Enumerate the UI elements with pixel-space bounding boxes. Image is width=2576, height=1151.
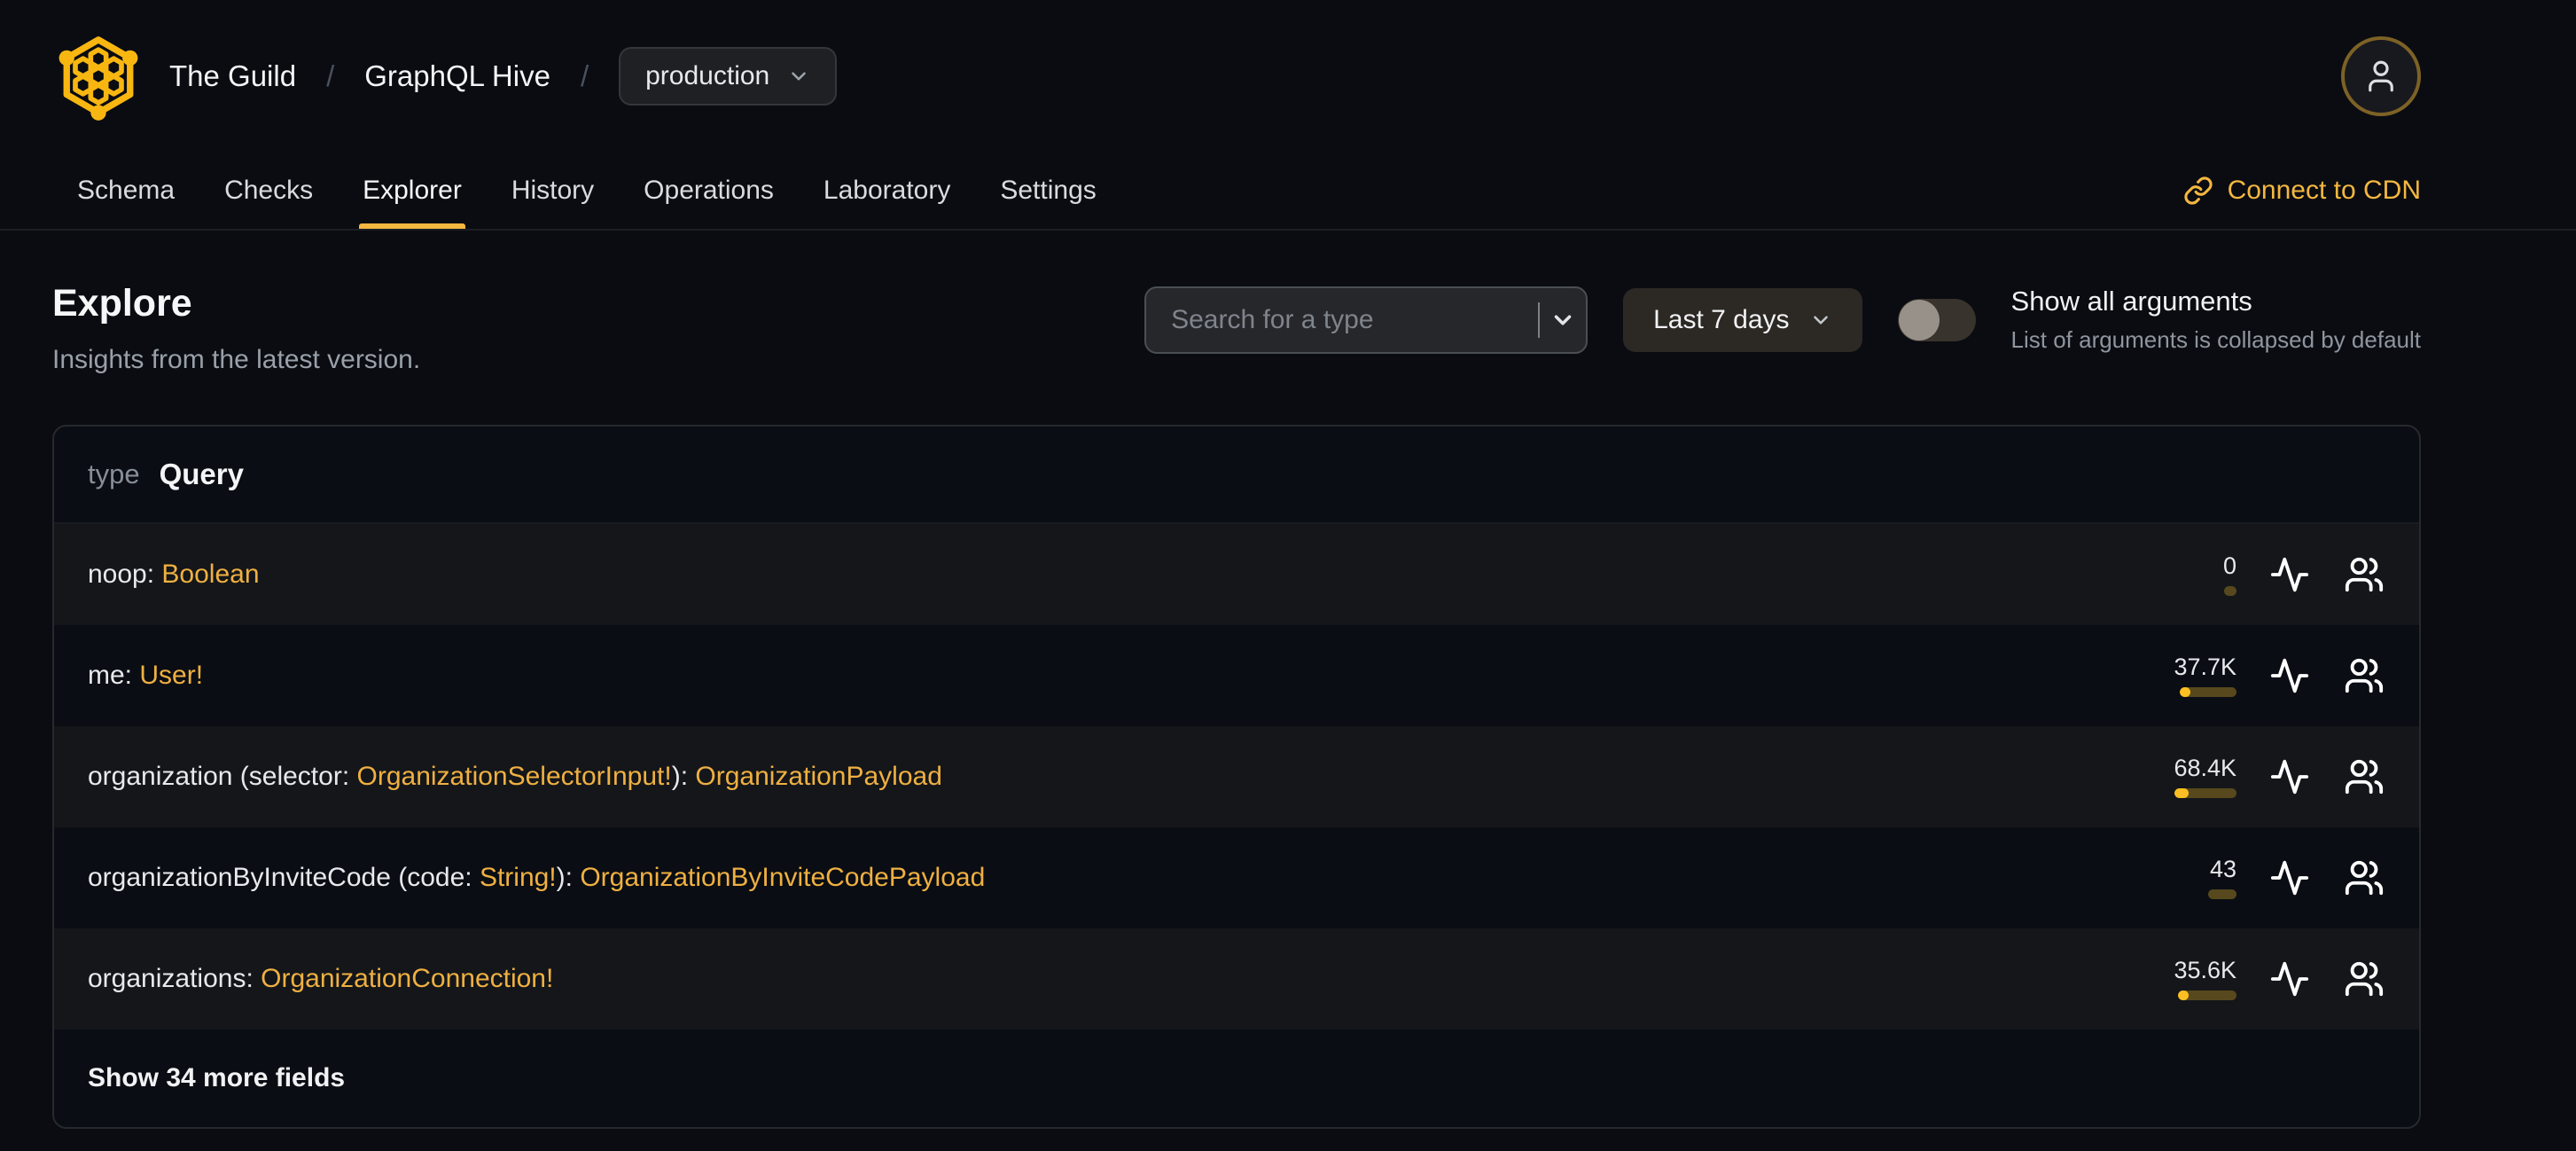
users-icon[interactable] [2343,756,2385,798]
field-request-count: 43 [2209,855,2236,882]
type-card-query: type Query noop: Boolean 0 me: User! 37.… [52,425,2421,1129]
field-usage-stat: 68.4K [2104,756,2236,798]
period-filter-value: Last 7 days [1653,304,1790,334]
type-card-header: type Query [54,427,2419,524]
target-selector-button[interactable]: production [619,47,838,106]
field-name: organizations: [88,964,262,993]
field-return-type[interactable]: OrganizationPayload [695,762,942,791]
activity-icon[interactable] [2268,756,2311,798]
field-signature: me: User! [88,661,203,691]
field-return-type[interactable]: OrganizationByInviteCodePayload [580,863,985,892]
usage-bar [2174,787,2236,798]
page-title: Explore [52,282,192,325]
combobox-divider [1538,301,1540,338]
org-name[interactable]: The Guild [169,59,296,93]
tab-history[interactable]: History [487,153,619,229]
tab-settings[interactable]: Settings [975,153,1120,229]
field-request-count: 35.6K [2174,956,2236,983]
connect-to-cdn-label: Connect to CDN [2227,176,2421,205]
field-signature-mid: ): [556,863,581,892]
users-icon[interactable] [2343,654,2385,697]
top-header: The Guild / GraphQL Hive / production [52,0,2421,153]
field-arg-type[interactable]: String! [480,863,557,892]
usage-bar-fill [2174,787,2189,798]
type-search-combobox [1144,286,1589,354]
field-row[interactable]: noop: Boolean 0 [54,524,2419,625]
connect-to-cdn-link[interactable]: Connect to CDN [2183,153,2421,229]
target-selector-value: production [645,61,770,90]
page-heading: Explore Insights from the latest version… [52,282,420,375]
toggle-label: Show all arguments [2010,286,2252,317]
toggle-thumb [1898,299,1940,341]
field-return-type[interactable]: User! [139,661,203,690]
usage-bar [2224,585,2236,596]
tab-explorer[interactable]: Explorer [338,153,487,229]
field-name: organizationByInviteCode (code: [88,863,480,892]
field-signature: organization (selector: OrganizationSele… [88,762,942,792]
hive-logo-icon[interactable] [52,30,144,122]
usage-bar [2208,889,2236,899]
field-request-count: 68.4K [2174,754,2236,781]
field-row[interactable]: organizations: OrganizationConnection! 3… [54,928,2419,1030]
field-signature-mid: ): [671,762,696,791]
show-all-arguments-toggle[interactable] [1897,298,1976,341]
users-icon[interactable] [2343,553,2385,596]
tab-schema[interactable]: Schema [52,153,199,229]
usage-bar-fill [2180,686,2190,697]
nav-tabs: Schema Checks Explorer History Operations Lab… [52,153,2421,229]
activity-icon[interactable] [2268,654,2311,697]
field-signature: organizationByInviteCode (code: String!)… [88,863,985,893]
usage-bar-fill [2178,990,2189,1000]
field-return-type[interactable]: Boolean [161,560,259,589]
field-arg-type[interactable]: OrganizationSelectorInput! [357,762,672,791]
field-row[interactable]: me: User! 37.7K [54,625,2419,726]
type-kind-label: type [88,458,140,489]
search-input[interactable] [1146,304,1539,335]
tab-laboratory[interactable]: Laboratory [799,153,975,229]
user-avatar[interactable] [2341,36,2421,116]
page-subtitle: Insights from the latest version. [52,345,421,374]
link-icon [2183,176,2213,205]
field-return-type[interactable]: OrganizationConnection! [261,964,553,993]
field-usage-stat: 0 [2104,552,2236,596]
toggle-description: List of arguments is collapsed by defaul… [2010,326,2421,353]
combobox-chevron-button[interactable] [1540,288,1587,352]
field-row[interactable]: organization (selector: OrganizationSele… [54,726,2419,827]
breadcrumb-separator: / [580,59,589,92]
field-usage-stat: 37.7K [2104,653,2236,697]
activity-icon[interactable] [2268,958,2311,1000]
period-filter-button[interactable]: Last 7 days [1623,287,1862,352]
field-name: organization (selector: [88,762,357,791]
show-more-fields-button[interactable]: Show 34 more fields [54,1030,2419,1127]
field-signature: noop: Boolean [88,560,260,590]
tab-operations[interactable]: Operations [619,153,799,229]
users-icon[interactable] [2343,857,2385,899]
chevron-down-icon [1813,315,1828,325]
breadcrumb-separator: / [326,59,335,92]
nav-bar: Schema Checks Explorer History Operations Lab… [0,153,2576,231]
activity-icon[interactable] [2268,857,2311,899]
field-name: me: [88,661,140,690]
field-signature: organizations: OrganizationConnection! [88,964,553,994]
user-icon [2369,60,2393,92]
field-request-count: 0 [2222,552,2236,579]
usage-bar [2180,686,2236,697]
type-name[interactable]: Query [160,458,244,491]
field-row[interactable]: organizationByInviteCode (code: String!)… [54,827,2419,928]
field-request-count: 37.7K [2174,653,2236,680]
field-usage-stat: 35.6K [2104,956,2236,1000]
tab-checks[interactable]: Checks [199,153,338,229]
usage-bar [2178,990,2236,1000]
activity-icon[interactable] [2268,553,2311,596]
field-usage-stat: 43 [2104,857,2236,899]
field-name: noop: [88,560,162,589]
users-icon[interactable] [2343,958,2385,1000]
field-list: noop: Boolean 0 me: User! 37.7K organiza… [54,524,2419,1030]
chevron-down-icon [1554,315,1572,325]
chevron-down-icon [792,72,807,81]
project-name[interactable]: GraphQL Hive [364,59,550,93]
